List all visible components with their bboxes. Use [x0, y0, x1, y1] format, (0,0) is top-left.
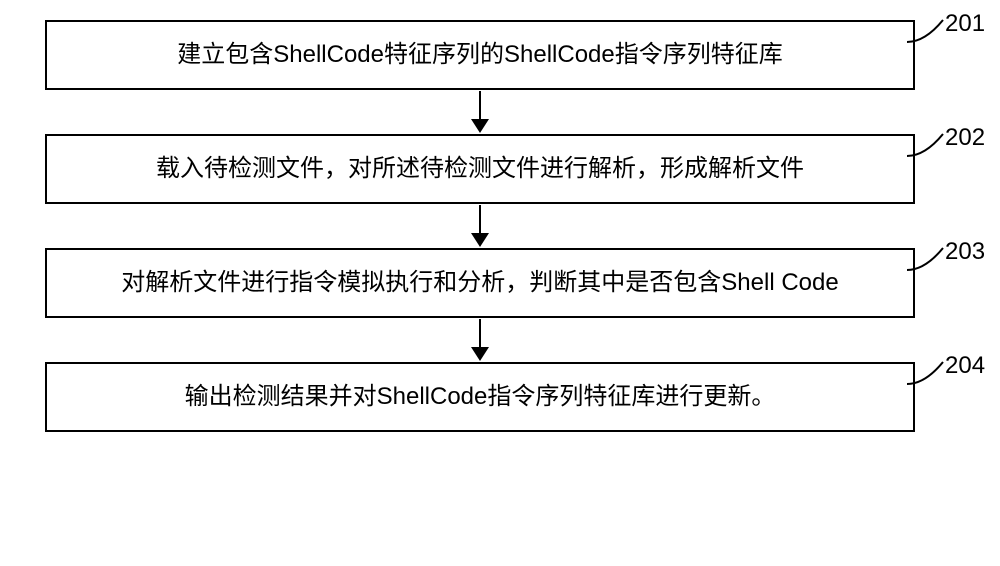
step-box-201: 建立包含ShellCode特征序列的ShellCode指令序列特征库 — [45, 20, 915, 90]
flowchart: 建立包含ShellCode特征序列的ShellCode指令序列特征库 载入待检测… — [40, 20, 920, 432]
step-box-203: 对解析文件进行指令模拟执行和分析，判断其中是否包含Shell Code — [45, 248, 915, 318]
step-box-202: 载入待检测文件，对所述待检测文件进行解析，形成解析文件 — [45, 134, 915, 204]
step-label-204: 204 — [945, 352, 985, 380]
step-label-203: 203 — [945, 238, 985, 266]
arrow-down-icon — [471, 204, 489, 248]
step-text: 输出检测结果并对ShellCode指令序列特征库进行更新。 — [185, 380, 776, 414]
step-text: 载入待检测文件，对所述待检测文件进行解析，形成解析文件 — [156, 152, 804, 186]
step-label-202: 202 — [945, 124, 985, 152]
arrow-down-icon — [471, 90, 489, 134]
arrow-down-icon — [471, 318, 489, 362]
step-label-201: 201 — [945, 10, 985, 38]
step-text: 对解析文件进行指令模拟执行和分析，判断其中是否包含Shell Code — [121, 266, 838, 300]
step-box-204: 输出检测结果并对ShellCode指令序列特征库进行更新。 — [45, 362, 915, 432]
step-text: 建立包含ShellCode特征序列的ShellCode指令序列特征库 — [177, 38, 782, 72]
